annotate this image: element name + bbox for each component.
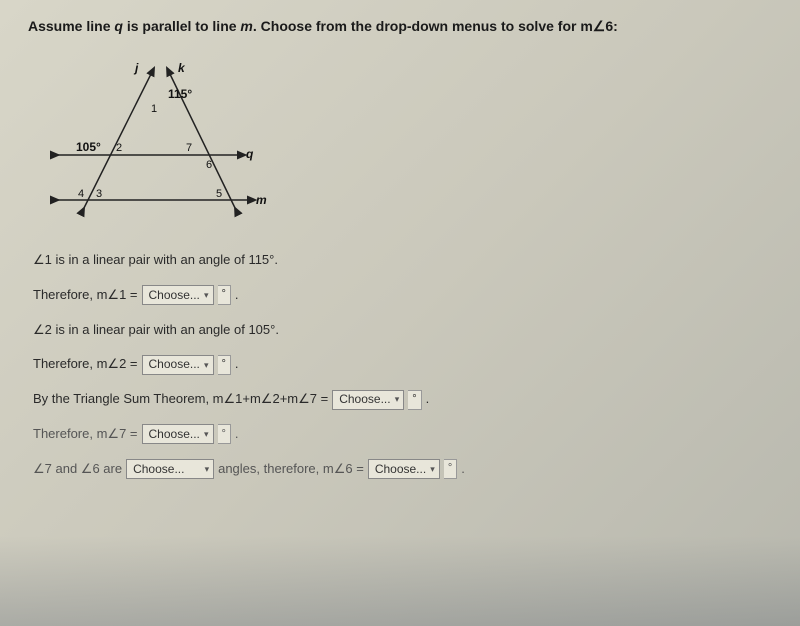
question-prompt: Assume line q is parallel to line m. Cho… xyxy=(28,18,772,35)
dropdown-m-angle-1[interactable]: Choose... ▾ xyxy=(142,285,214,305)
angle-num-5: 5 xyxy=(216,188,222,200)
dropdown-label: Choose... xyxy=(375,460,426,479)
statement-1: ∠1 is in a linear pair with an angle of … xyxy=(33,250,772,271)
angle-num-3: 3 xyxy=(96,188,102,200)
dropdown-label: Choose... xyxy=(149,425,200,444)
period: . xyxy=(461,459,465,480)
dropdown-label: Choose... xyxy=(133,460,184,479)
statement-2: Therefore, m∠1 = Choose... ▾ °. xyxy=(33,285,772,306)
statement-6-prefix: Therefore, m∠7 = xyxy=(33,424,138,445)
statement-5: By the Triangle Sum Theorem, m∠1+m∠2+m∠7… xyxy=(33,389,772,410)
angle-num-6: 6 xyxy=(206,159,212,171)
dropdown-m-angle-6[interactable]: Choose... ▾ xyxy=(368,459,440,479)
chevron-down-icon: ▾ xyxy=(200,288,209,302)
label-m: m xyxy=(256,193,267,207)
prompt-text-1: Assume line xyxy=(28,18,114,34)
degree-unit: ° xyxy=(444,459,457,479)
dropdown-triangle-sum[interactable]: Choose... ▾ xyxy=(332,390,404,410)
prompt-var-m: m xyxy=(240,18,252,34)
angle-105: 105° xyxy=(76,140,101,154)
dropdown-angle-relation[interactable]: Choose... ▾ xyxy=(126,459,214,479)
prompt-text-2: is parallel to line xyxy=(123,18,240,34)
degree-unit: ° xyxy=(218,355,231,375)
period: . xyxy=(235,424,239,445)
dropdown-label: Choose... xyxy=(149,286,200,305)
prompt-var-q: q xyxy=(114,18,123,34)
degree-unit: ° xyxy=(218,424,231,444)
angle-115: 115° xyxy=(168,87,192,101)
label-q: q xyxy=(246,147,254,161)
chevron-down-icon: ▾ xyxy=(200,358,209,372)
dropdown-m-angle-2[interactable]: Choose... ▾ xyxy=(142,355,214,375)
statement-1-text: ∠1 is in a linear pair with an angle of … xyxy=(33,250,278,271)
period: . xyxy=(235,354,239,375)
statement-7-mid: angles, therefore, m∠6 = xyxy=(218,459,364,480)
statement-7-prefix: ∠7 and ∠6 are xyxy=(33,459,122,480)
statement-2-prefix: Therefore, m∠1 = xyxy=(33,285,138,306)
chevron-down-icon: ▾ xyxy=(391,392,400,406)
geometry-diagram: j k q m 115° 1 105° 2 7 6 4 3 5 xyxy=(38,50,278,230)
dropdown-m-angle-7[interactable]: Choose... ▾ xyxy=(142,424,214,444)
statement-4: Therefore, m∠2 = Choose... ▾ °. xyxy=(33,354,772,375)
statement-4-prefix: Therefore, m∠2 = xyxy=(33,354,138,375)
statement-3: ∠2 is in a linear pair with an angle of … xyxy=(33,320,772,341)
angle-num-2: 2 xyxy=(116,142,122,154)
label-k: k xyxy=(178,61,186,75)
angle-num-7: 7 xyxy=(186,142,192,154)
statement-7: ∠7 and ∠6 are Choose... ▾ angles, theref… xyxy=(33,459,772,480)
chevron-down-icon: ▾ xyxy=(200,427,209,441)
dropdown-label: Choose... xyxy=(149,355,200,374)
prompt-text-3: . Choose from the drop-down menus to sol… xyxy=(253,18,618,34)
chevron-down-icon: ▾ xyxy=(201,462,210,476)
period: . xyxy=(426,389,430,410)
period: . xyxy=(235,285,239,306)
statement-3-text: ∠2 is in a linear pair with an angle of … xyxy=(33,320,279,341)
angle-num-4: 4 xyxy=(78,188,84,200)
statement-5-prefix: By the Triangle Sum Theorem, m∠1+m∠2+m∠7… xyxy=(33,389,328,410)
statement-6: Therefore, m∠7 = Choose... ▾ °. xyxy=(33,424,772,445)
label-j: j xyxy=(133,61,139,75)
vignette-shade xyxy=(0,536,800,626)
chevron-down-icon: ▾ xyxy=(426,462,435,476)
angle-num-1: 1 xyxy=(151,103,157,115)
dropdown-label: Choose... xyxy=(339,390,390,409)
degree-unit: ° xyxy=(218,285,231,305)
degree-unit: ° xyxy=(408,390,421,410)
